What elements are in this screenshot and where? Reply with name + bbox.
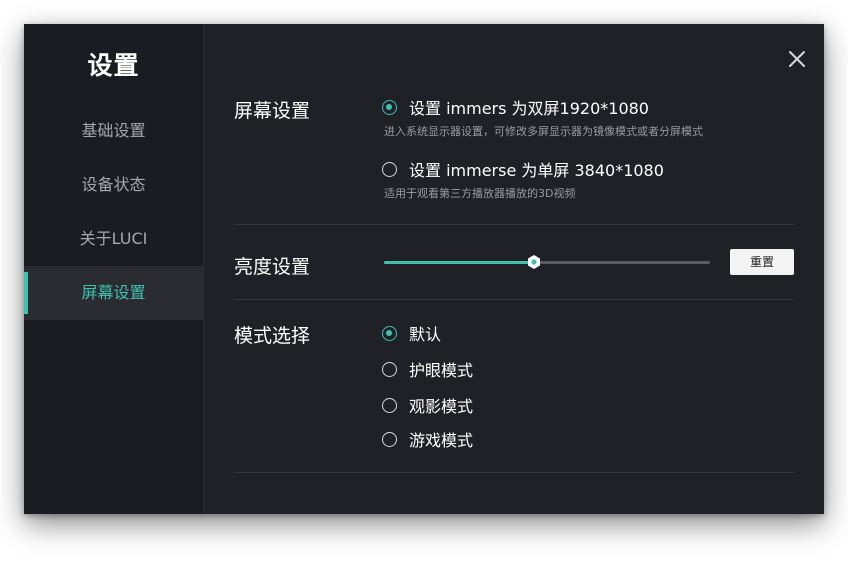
radio-dual-screen-description: 进入系统显示器设置，可修改多屏显示器为镜像模式或者分屏模式 [384,125,703,138]
radio-mode-eye-care-label: 护眼模式 [409,361,474,380]
divider [234,224,794,225]
brightness-heading: 亮度设置 [234,256,311,278]
mode-selection-heading: 模式选择 [234,325,311,347]
radio-single-screen[interactable]: 设置 immerse 为单屏 3840*1080 [382,158,664,180]
radio-mode-default[interactable]: 默认 [382,322,441,344]
radio-mode-movie[interactable]: 观影模式 [382,394,473,416]
sidebar-title: 设置 [87,51,140,80]
divider [234,299,794,300]
settings-window: 设置 基础设置 设备状态 关于LUCI 屏幕设置 屏幕设置 设置 immers … [24,24,824,514]
radio-mode-movie-label: 观影模式 [409,397,474,416]
sidebar: 设置 基础设置 设备状态 关于LUCI 屏幕设置 [24,24,204,514]
brightness-slider[interactable] [384,255,710,269]
radio-mode-eye-care-indicator[interactable] [382,361,397,377]
radio-mode-game-indicator[interactable] [382,431,397,447]
radio-single-screen-indicator[interactable] [382,161,397,177]
sidebar-item-device-status[interactable]: 设备状态 [24,158,203,212]
divider [234,472,794,473]
radio-dual-screen[interactable]: 设置 immers 为双屏1920*1080 [382,96,649,118]
sidebar-item-about[interactable]: 关于LUCI [24,212,203,266]
reset-brightness-button[interactable]: 重置 [730,249,794,275]
hexagon-handle-icon[interactable] [526,254,542,270]
radio-single-screen-description: 适用于观看第三方播放器播放的3D视频 [384,187,576,200]
radio-mode-eye-care[interactable]: 护眼模式 [382,358,473,380]
radio-mode-game[interactable]: 游戏模式 [382,428,473,450]
radio-single-screen-label: 设置 immerse 为单屏 3840*1080 [409,161,664,180]
close-icon[interactable] [786,48,808,70]
radio-mode-game-label: 游戏模式 [409,431,474,450]
radio-mode-movie-indicator[interactable] [382,397,397,413]
brightness-slider-fill [384,261,534,264]
radio-dual-screen-indicator[interactable] [382,99,397,115]
sidebar-item-basic-settings[interactable]: 基础设置 [24,104,203,158]
radio-mode-default-indicator[interactable] [382,325,397,341]
radio-mode-default-label: 默认 [409,325,442,344]
radio-dual-screen-label: 设置 immers 为双屏1920*1080 [409,99,649,118]
screen-settings-heading: 屏幕设置 [234,100,311,122]
sidebar-item-screen-settings[interactable]: 屏幕设置 [24,266,203,320]
